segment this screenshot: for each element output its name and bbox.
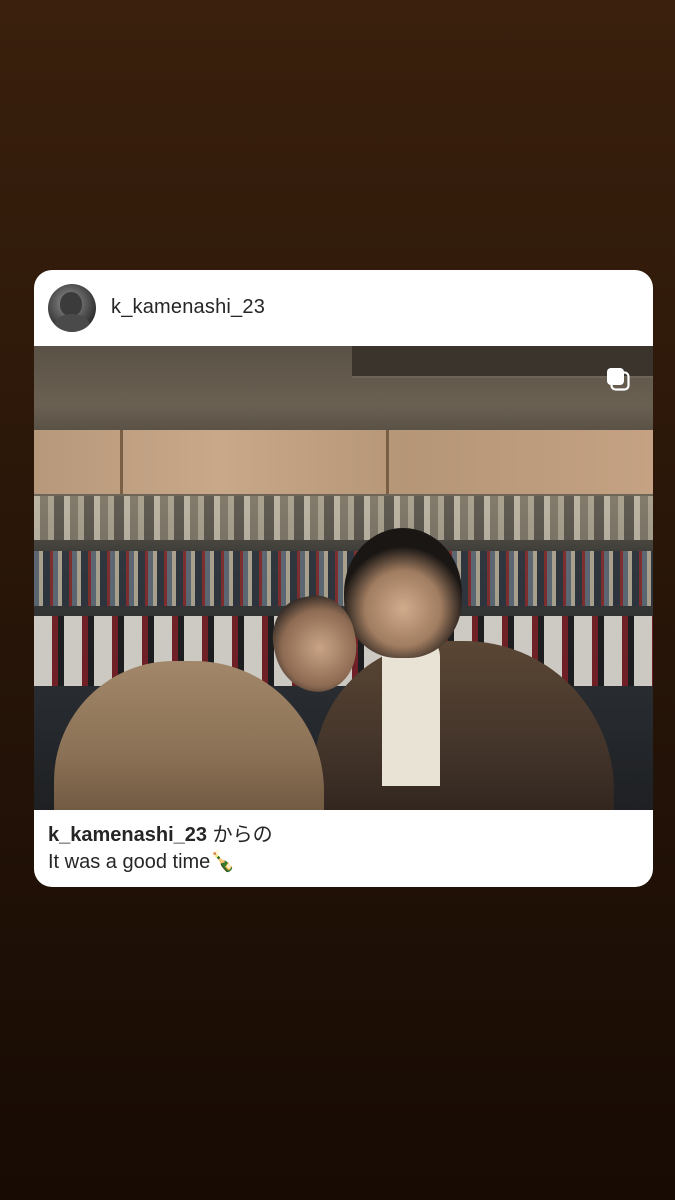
avatar[interactable] bbox=[48, 284, 96, 332]
photo-cabinet-seam bbox=[120, 430, 123, 494]
caption-header: k_kamenashi_23 からの bbox=[48, 822, 638, 849]
shared-post-card[interactable]: k_kamenashi_23 k_kamenashi_23 からの It was… bbox=[34, 270, 653, 887]
carousel-icon bbox=[607, 368, 630, 391]
photo-wood-cabinet bbox=[34, 430, 653, 494]
photo-cabinet-seam bbox=[386, 430, 389, 494]
caption-text: It was a good time🍾 bbox=[48, 851, 236, 873]
avatar-body-shape bbox=[54, 314, 90, 332]
photo-shelf-lights bbox=[34, 496, 653, 540]
photo-person-right-shirt bbox=[382, 636, 440, 786]
caption-username[interactable]: k_kamenashi_23 bbox=[48, 824, 207, 846]
caption-from-label: からの bbox=[207, 824, 273, 846]
photo-person-right-head bbox=[344, 528, 462, 658]
post-username[interactable]: k_kamenashi_23 bbox=[111, 296, 265, 319]
post-photo[interactable] bbox=[34, 346, 653, 810]
post-header: k_kamenashi_23 bbox=[34, 270, 653, 346]
post-caption: k_kamenashi_23 からの It was a good time🍾 bbox=[48, 822, 638, 876]
avatar-head-shape bbox=[60, 292, 82, 316]
